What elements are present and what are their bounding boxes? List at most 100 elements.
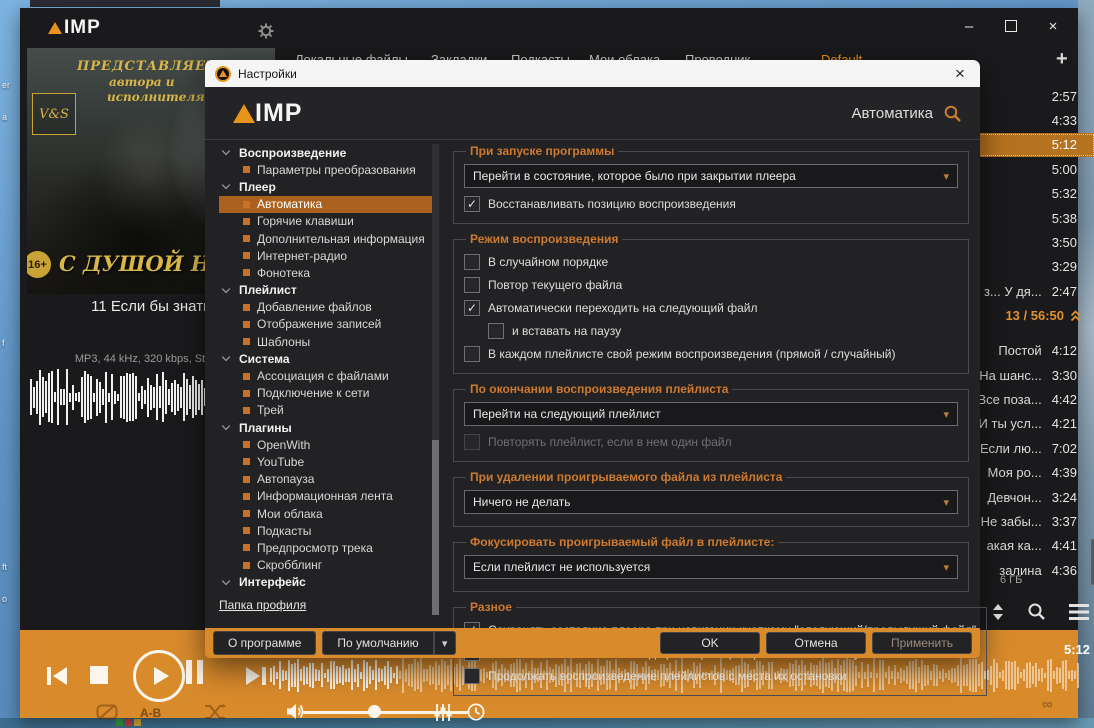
checkbox-row[interactable]: ✓ Автоматически переходить на следующий ф… bbox=[464, 296, 958, 319]
bullet-icon bbox=[243, 475, 250, 483]
checkbox[interactable] bbox=[464, 276, 480, 293]
track-time: 3:50 bbox=[1051, 235, 1077, 251]
gear-icon[interactable] bbox=[258, 23, 274, 39]
checkbox-row[interactable]: и вставать на паузу bbox=[464, 319, 958, 342]
window-controls: – × bbox=[948, 12, 1074, 40]
close-button[interactable]: × bbox=[1032, 12, 1074, 40]
ok-button[interactable]: OK bbox=[660, 632, 760, 654]
checkbox[interactable] bbox=[488, 322, 504, 339]
tree-section-Система[interactable]: Система bbox=[219, 350, 437, 367]
checkbox[interactable] bbox=[464, 667, 480, 684]
tree-item-Отображение записей[interactable]: Отображение записей bbox=[219, 316, 437, 333]
tree-section-Плеер[interactable]: Плеер bbox=[219, 178, 437, 195]
checkbox-label: Повторять плейлист, если в нем один файл bbox=[488, 434, 732, 449]
tree-item-Подкасты[interactable]: Подкасты bbox=[219, 522, 437, 539]
checkbox-row[interactable]: Продолжать воспроизведение плейлистов с … bbox=[464, 664, 976, 687]
repeat-off-icon[interactable] bbox=[96, 704, 118, 720]
tree-scrollbar-thumb[interactable] bbox=[432, 440, 439, 615]
tree-item-Ассоциация с файлами[interactable]: Ассоциация с файлами bbox=[219, 367, 437, 384]
repeat-infinity-icon[interactable]: ∞ bbox=[1042, 696, 1053, 713]
shuffle-icon[interactable] bbox=[204, 704, 226, 720]
tree-item-label: Предпросмотр трека bbox=[257, 540, 373, 555]
tree-item-Информационная лента[interactable]: Информационная лента bbox=[219, 488, 437, 505]
jump-to-track-icon[interactable] bbox=[992, 603, 1004, 621]
playlist-toolbar bbox=[992, 602, 1089, 621]
cancel-button[interactable]: Отмена bbox=[766, 632, 866, 654]
tree-item-Шаблоны[interactable]: Шаблоны bbox=[219, 333, 437, 350]
pause-button[interactable] bbox=[186, 660, 203, 684]
aimp-logo-text: IMP bbox=[255, 98, 303, 127]
tree-item-Автоматика[interactable]: Автоматика bbox=[219, 195, 437, 213]
checkbox[interactable] bbox=[464, 433, 480, 450]
dialog-close-button[interactable]: × bbox=[940, 60, 980, 87]
add-playlist-button[interactable]: + bbox=[1056, 48, 1068, 71]
search-icon[interactable] bbox=[943, 104, 962, 123]
previous-track-button[interactable] bbox=[46, 666, 68, 686]
tree-item-Добавление файлов[interactable]: Добавление файлов bbox=[219, 299, 437, 316]
volume-slider-knob[interactable] bbox=[368, 705, 381, 718]
tree-item-OpenWith[interactable]: OpenWith bbox=[219, 436, 437, 453]
ab-repeat-button[interactable]: A-B bbox=[140, 706, 161, 720]
track-title-fragment: з... У дя... bbox=[983, 283, 1042, 299]
checkbox[interactable] bbox=[464, 253, 480, 270]
sleep-timer-clock-icon[interactable] bbox=[467, 703, 485, 721]
collapse-group-icon[interactable] bbox=[1070, 309, 1081, 322]
tree-item-Дополнительная информация[interactable]: Дополнительная информация bbox=[219, 230, 437, 247]
tree-item-Мои облака[interactable]: Мои облака bbox=[219, 505, 437, 522]
checkbox-row[interactable]: ✓ Восстанавливать позицию воспроизведения bbox=[464, 192, 958, 215]
tree-item-label: Интернет-радио bbox=[257, 248, 348, 263]
tree-section-Интерфейс[interactable]: Интерфейс bbox=[219, 574, 437, 591]
checkbox[interactable] bbox=[464, 345, 480, 362]
next-track-button[interactable] bbox=[245, 666, 267, 686]
play-icon bbox=[153, 667, 169, 685]
defaults-button[interactable]: По умолчанию bbox=[322, 631, 434, 655]
apply-button[interactable]: Применить bbox=[872, 632, 972, 654]
dialog-titlebar[interactable]: Настройки × bbox=[205, 60, 980, 87]
checkbox-row[interactable]: В случайном порядке bbox=[464, 250, 958, 273]
tree-item-YouTube[interactable]: YouTube bbox=[219, 453, 437, 470]
tree-section-Воспроизведение[interactable]: Воспроизведение bbox=[219, 144, 437, 161]
tree-section-Плагины[interactable]: Плагины bbox=[219, 419, 437, 436]
bullet-icon bbox=[243, 527, 250, 535]
maximize-button[interactable] bbox=[990, 12, 1032, 40]
dropdown-value: Если плейлист не используется bbox=[473, 560, 651, 574]
bullet-icon bbox=[243, 441, 250, 449]
checkbox-checked[interactable]: ✓ bbox=[464, 195, 480, 212]
tree-item-Предпросмотр трека[interactable]: Предпросмотр трека bbox=[219, 539, 437, 556]
stop-button[interactable] bbox=[90, 666, 108, 684]
settings-search[interactable]: Автоматика bbox=[852, 104, 963, 123]
play-button[interactable] bbox=[133, 650, 185, 702]
track-time: 2:57 bbox=[1051, 88, 1077, 104]
tree-item-Трей[interactable]: Трей bbox=[219, 402, 437, 419]
tree-scrollbar[interactable] bbox=[432, 144, 439, 615]
tree-item-Горячие клавиши[interactable]: Горячие клавиши bbox=[219, 213, 437, 230]
profile-folder-link[interactable]: Папка профиля bbox=[219, 598, 306, 612]
tree-item-Скробблинг[interactable]: Скробблинг bbox=[219, 557, 437, 574]
checkbox-row[interactable]: В каждом плейлисте свой режим воспроизве… bbox=[464, 342, 958, 365]
about-button[interactable]: О программе bbox=[213, 631, 317, 655]
checkbox-row[interactable]: Повторять плейлист, если в нем один файл bbox=[464, 430, 958, 453]
track-title-fragment: акая ка... bbox=[986, 538, 1042, 554]
tree-item-Автопауза[interactable]: Автопауза bbox=[219, 471, 437, 488]
defaults-dropdown-button[interactable]: ▾ bbox=[433, 631, 456, 655]
dropdown[interactable]: Перейти в состояние, которое было при за… bbox=[464, 164, 958, 188]
tree-section-Плейлист[interactable]: Плейлист bbox=[219, 282, 437, 299]
tree-item-Фонотека[interactable]: Фонотека bbox=[219, 264, 437, 281]
dropdown[interactable]: Если плейлист не используется ▾ bbox=[464, 555, 958, 579]
checkbox-checked[interactable]: ✓ bbox=[464, 299, 480, 316]
minimize-button[interactable]: – bbox=[948, 12, 990, 40]
dropdown[interactable]: Перейти на следующий плейлист ▾ bbox=[464, 402, 958, 426]
checkbox-row[interactable]: Повтор текущего файла bbox=[464, 273, 958, 296]
dropdown[interactable]: Ничего не делать ▾ bbox=[464, 490, 958, 514]
tree-item-Подключение к сети[interactable]: Подключение к сети bbox=[219, 385, 437, 402]
track-time: 5:12 bbox=[1051, 137, 1077, 153]
tree-item-Параметры преобразования[interactable]: Параметры преобразования bbox=[219, 161, 437, 178]
desktop-icon-label-fragment: er bbox=[2, 80, 11, 90]
aimp-logo-triangle-icon bbox=[233, 103, 255, 123]
equalizer-icon[interactable] bbox=[434, 704, 452, 721]
tree-item-label: Подключение к сети bbox=[257, 386, 370, 401]
menu-icon[interactable] bbox=[1069, 603, 1089, 620]
search-icon[interactable] bbox=[1027, 602, 1046, 621]
group-title: При удалении проигрываемого файла из пле… bbox=[470, 470, 783, 484]
tree-item-Интернет-радио[interactable]: Интернет-радио bbox=[219, 247, 437, 264]
